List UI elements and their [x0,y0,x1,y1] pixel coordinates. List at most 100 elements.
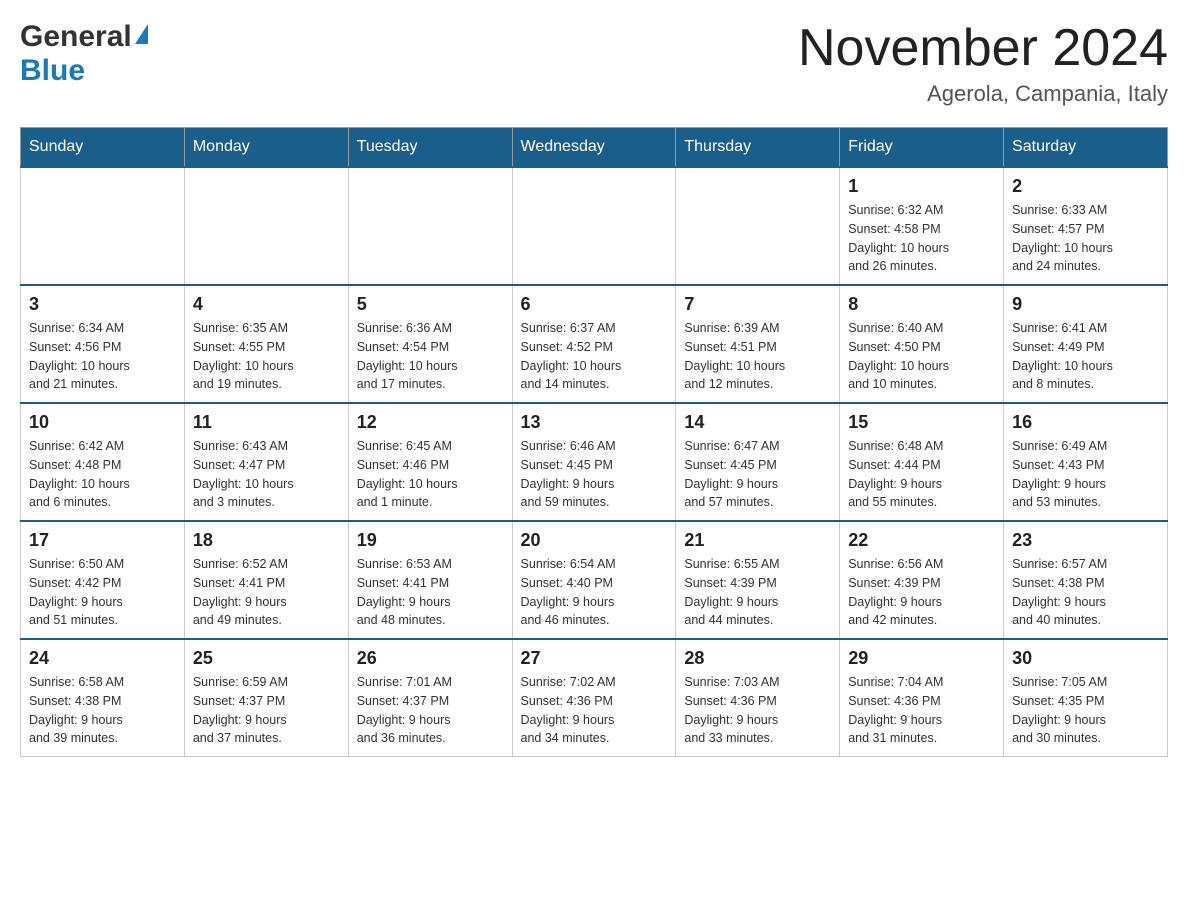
day-info: Sunrise: 6:48 AM Sunset: 4:44 PM Dayligh… [848,437,995,512]
day-info: Sunrise: 6:50 AM Sunset: 4:42 PM Dayligh… [29,555,176,630]
day-info: Sunrise: 6:41 AM Sunset: 4:49 PM Dayligh… [1012,319,1159,394]
calendar-day-header: Tuesday [348,128,512,168]
calendar-cell: 1 Sunrise: 6:32 AM Sunset: 4:58 PM Daylig… [840,167,1004,285]
calendar-day-header: Thursday [676,128,840,168]
calendar-cell: 15 Sunrise: 6:48 AM Sunset: 4:44 PM Dayli… [840,403,1004,521]
day-info: Sunrise: 7:01 AM Sunset: 4:37 PM Dayligh… [357,673,504,748]
day-number: 1 [848,176,995,197]
calendar-cell [348,167,512,285]
day-info: Sunrise: 6:39 AM Sunset: 4:51 PM Dayligh… [684,319,831,394]
day-info: Sunrise: 6:53 AM Sunset: 4:41 PM Dayligh… [357,555,504,630]
day-number: 24 [29,648,176,669]
day-info: Sunrise: 6:45 AM Sunset: 4:46 PM Dayligh… [357,437,504,512]
calendar-cell: 9Sunrise: 6:41 AM Sunset: 4:49 PM Daylig… [1004,285,1168,403]
day-info: Sunrise: 6:40 AM Sunset: 4:50 PM Dayligh… [848,319,995,394]
calendar-cell: 3 Sunrise: 6:34 AM Sunset: 4:56 PM Daylig… [21,285,185,403]
calendar-cell: 30 Sunrise: 7:05 AM Sunset: 4:35 PM Dayli… [1004,639,1168,757]
day-number: 7 [684,294,831,315]
day-number: 28 [684,648,831,669]
calendar-cell: 5 Sunrise: 6:36 AM Sunset: 4:54 PM Daylig… [348,285,512,403]
calendar-cell: 21Sunrise: 6:55 AM Sunset: 4:39 PM Dayli… [676,521,840,639]
day-info: Sunrise: 6:47 AM Sunset: 4:45 PM Dayligh… [684,437,831,512]
day-number: 2 [1012,176,1159,197]
calendar-day-header: Friday [840,128,1004,168]
day-number: 8 [848,294,995,315]
calendar-cell: 20 Sunrise: 6:54 AM Sunset: 4:40 PM Dayli… [512,521,676,639]
day-number: 17 [29,530,176,551]
day-info: Sunrise: 6:32 AM Sunset: 4:58 PM Dayligh… [848,201,995,276]
day-info: Sunrise: 6:36 AM Sunset: 4:54 PM Dayligh… [357,319,504,394]
day-number: 14 [684,412,831,433]
day-info: Sunrise: 6:54 AM Sunset: 4:40 PM Dayligh… [521,555,668,630]
day-number: 11 [193,412,340,433]
day-number: 3 [29,294,176,315]
calendar-cell: 10Sunrise: 6:42 AM Sunset: 4:48 PM Dayli… [21,403,185,521]
calendar-week-row: 3 Sunrise: 6:34 AM Sunset: 4:56 PM Daylig… [21,285,1168,403]
calendar-cell: 6Sunrise: 6:37 AM Sunset: 4:52 PM Daylig… [512,285,676,403]
calendar-day-header: Monday [184,128,348,168]
calendar-cell: 7 Sunrise: 6:39 AM Sunset: 4:51 PM Daylig… [676,285,840,403]
calendar-cell: 4Sunrise: 6:35 AM Sunset: 4:55 PM Daylig… [184,285,348,403]
day-info: Sunrise: 7:04 AM Sunset: 4:36 PM Dayligh… [848,673,995,748]
calendar-table: SundayMondayTuesdayWednesdayThursdayFrid… [20,127,1168,757]
logo-blue-text: Blue [20,54,85,87]
page-header: General Blue November 2024 Agerola, Camp… [20,20,1168,107]
calendar-week-row: 24 Sunrise: 6:58 AM Sunset: 4:38 PM Dayli… [21,639,1168,757]
day-number: 30 [1012,648,1159,669]
day-number: 15 [848,412,995,433]
day-info: Sunrise: 6:37 AM Sunset: 4:52 PM Dayligh… [521,319,668,394]
location-text: Agerola, Campania, Italy [798,81,1168,107]
calendar-day-header: Wednesday [512,128,676,168]
calendar-cell: 28Sunrise: 7:03 AM Sunset: 4:36 PM Dayli… [676,639,840,757]
day-number: 16 [1012,412,1159,433]
day-info: Sunrise: 6:34 AM Sunset: 4:56 PM Dayligh… [29,319,176,394]
day-number: 5 [357,294,504,315]
calendar-cell: 11Sunrise: 6:43 AM Sunset: 4:47 PM Dayli… [184,403,348,521]
day-number: 13 [521,412,668,433]
calendar-cell: 19 Sunrise: 6:53 AM Sunset: 4:41 PM Dayli… [348,521,512,639]
calendar-cell [512,167,676,285]
day-info: Sunrise: 6:58 AM Sunset: 4:38 PM Dayligh… [29,673,176,748]
calendar-cell: 25 Sunrise: 6:59 AM Sunset: 4:37 PM Dayli… [184,639,348,757]
day-number: 19 [357,530,504,551]
day-number: 27 [521,648,668,669]
calendar-day-header: Sunday [21,128,185,168]
day-number: 29 [848,648,995,669]
calendar-cell: 16 Sunrise: 6:49 AM Sunset: 4:43 PM Dayli… [1004,403,1168,521]
day-number: 20 [521,530,668,551]
calendar-week-row: 17 Sunrise: 6:50 AM Sunset: 4:42 PM Dayli… [21,521,1168,639]
day-number: 26 [357,648,504,669]
day-info: Sunrise: 6:52 AM Sunset: 4:41 PM Dayligh… [193,555,340,630]
calendar-cell: 22 Sunrise: 6:56 AM Sunset: 4:39 PM Dayli… [840,521,1004,639]
calendar-cell: 14 Sunrise: 6:47 AM Sunset: 4:45 PM Dayli… [676,403,840,521]
day-info: Sunrise: 6:57 AM Sunset: 4:38 PM Dayligh… [1012,555,1159,630]
day-info: Sunrise: 6:49 AM Sunset: 4:43 PM Dayligh… [1012,437,1159,512]
logo-arrow-icon [135,24,148,44]
calendar-cell: 8 Sunrise: 6:40 AM Sunset: 4:50 PM Daylig… [840,285,1004,403]
calendar-cell: 24 Sunrise: 6:58 AM Sunset: 4:38 PM Dayli… [21,639,185,757]
calendar-header-row: SundayMondayTuesdayWednesdayThursdayFrid… [21,128,1168,168]
day-number: 25 [193,648,340,669]
calendar-cell: 18Sunrise: 6:52 AM Sunset: 4:41 PM Dayli… [184,521,348,639]
calendar-cell: 2 Sunrise: 6:33 AM Sunset: 4:57 PM Daylig… [1004,167,1168,285]
day-info: Sunrise: 6:59 AM Sunset: 4:37 PM Dayligh… [193,673,340,748]
day-number: 10 [29,412,176,433]
calendar-cell: 27 Sunrise: 7:02 AM Sunset: 4:36 PM Dayli… [512,639,676,757]
day-info: Sunrise: 6:56 AM Sunset: 4:39 PM Dayligh… [848,555,995,630]
calendar-cell [676,167,840,285]
calendar-cell: 17 Sunrise: 6:50 AM Sunset: 4:42 PM Dayli… [21,521,185,639]
day-number: 12 [357,412,504,433]
day-info: Sunrise: 7:05 AM Sunset: 4:35 PM Dayligh… [1012,673,1159,748]
day-number: 4 [193,294,340,315]
day-info: Sunrise: 6:33 AM Sunset: 4:57 PM Dayligh… [1012,201,1159,276]
day-number: 22 [848,530,995,551]
calendar-cell: 29 Sunrise: 7:04 AM Sunset: 4:36 PM Dayli… [840,639,1004,757]
calendar-week-row: 10Sunrise: 6:42 AM Sunset: 4:48 PM Dayli… [21,403,1168,521]
calendar-cell [184,167,348,285]
calendar-week-row: 1 Sunrise: 6:32 AM Sunset: 4:58 PM Daylig… [21,167,1168,285]
day-number: 23 [1012,530,1159,551]
calendar-cell: 13Sunrise: 6:46 AM Sunset: 4:45 PM Dayli… [512,403,676,521]
title-block: November 2024 Agerola, Campania, Italy [798,20,1168,107]
day-info: Sunrise: 7:02 AM Sunset: 4:36 PM Dayligh… [521,673,668,748]
logo: General Blue [20,20,148,88]
